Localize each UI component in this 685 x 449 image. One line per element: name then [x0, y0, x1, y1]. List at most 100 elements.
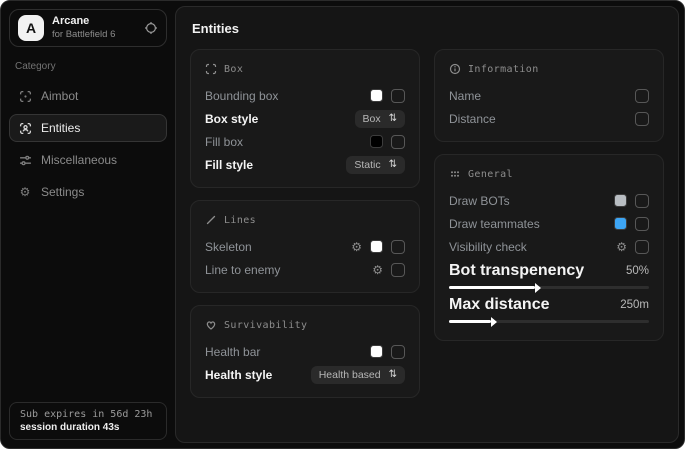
setting-label: Fill box: [205, 135, 243, 149]
color-swatch[interactable]: [370, 240, 383, 253]
bounding-corners-icon: [205, 63, 217, 75]
subscription-status-card: Sub expires in 56d 23h session duration …: [9, 402, 167, 440]
lines-card-header: Lines: [205, 214, 405, 226]
section-title: General: [468, 169, 513, 180]
setting-label: Name: [449, 89, 481, 103]
dropdown-value: Box: [363, 113, 381, 125]
box-style-dropdown[interactable]: Box ⇅: [355, 110, 405, 128]
sidebar: A Arcane for Battlefield 6 Category Aimb: [1, 1, 175, 448]
gear-icon[interactable]: ⚙: [372, 264, 383, 276]
setting-row-distance: Distance: [449, 107, 649, 130]
setting-label: Max distance: [449, 296, 549, 314]
setting-row-visibility-check: Visibility check ⚙: [449, 235, 649, 258]
sidebar-item-aimbot[interactable]: Aimbot: [9, 82, 167, 110]
information-card-header: Information: [449, 63, 649, 75]
setting-label: Distance: [449, 112, 496, 126]
gear-icon[interactable]: ⚙: [616, 241, 627, 253]
setting-row-line-to-enemy: Line to enemy ⚙: [205, 258, 405, 281]
general-card-header: General: [449, 168, 649, 180]
color-swatch[interactable]: [614, 194, 627, 207]
health-bar-checkbox[interactable]: [391, 345, 405, 359]
slider-fill: [449, 286, 535, 289]
setting-row-name: Name: [449, 84, 649, 107]
columns: Box Bounding box Box style Box ⇅: [190, 49, 664, 398]
chevron-updown-icon: ⇅: [389, 370, 397, 380]
box-card: Box Bounding box Box style Box ⇅: [190, 49, 420, 188]
chevron-updown-icon: ⇅: [389, 114, 397, 124]
survivability-card-header: Survivability: [205, 319, 405, 331]
slider-value: 250m: [620, 299, 649, 311]
health-style-dropdown[interactable]: Health based ⇅: [311, 366, 405, 384]
max-distance-slider[interactable]: [449, 320, 649, 323]
setting-label: Health bar: [205, 345, 260, 359]
setting-label: Health style: [205, 368, 272, 382]
fill-style-dropdown[interactable]: Static ⇅: [346, 156, 405, 174]
draw-bots-checkbox[interactable]: [635, 194, 649, 208]
scan-person-icon: [18, 122, 32, 135]
draw-teammates-checkbox[interactable]: [635, 217, 649, 231]
app-header-card: A Arcane for Battlefield 6: [9, 9, 167, 47]
information-card: Information Name Distance: [434, 49, 664, 142]
setting-row-skeleton: Skeleton ⚙: [205, 235, 405, 258]
bounding-box-checkbox[interactable]: [391, 89, 405, 103]
color-swatch[interactable]: [370, 345, 383, 358]
dropdown-value: Health based: [319, 369, 381, 381]
right-column: Information Name Distance: [434, 49, 664, 341]
sidebar-item-entities[interactable]: Entities: [9, 114, 167, 142]
sidebar-item-miscellaneous[interactable]: Miscellaneous: [9, 146, 167, 174]
app-window: A Arcane for Battlefield 6 Category Aimb: [0, 0, 685, 449]
gear-icon: ⚙: [18, 186, 32, 198]
setting-label: Draw teammates: [449, 217, 540, 231]
distance-checkbox[interactable]: [635, 112, 649, 126]
sub-expiry-text: Sub expires in 56d 23h: [20, 409, 156, 420]
chevron-updown-icon: ⇅: [389, 160, 397, 170]
setting-row-box-style: Box style Box ⇅: [205, 107, 405, 130]
name-checkbox[interactable]: [635, 89, 649, 103]
page-title: Entities: [192, 21, 664, 36]
bot-transparency-slider[interactable]: [449, 286, 649, 289]
setting-label: Box style: [205, 112, 258, 126]
setting-row-health-style: Health style Health based ⇅: [205, 363, 405, 386]
visibility-check-checkbox[interactable]: [635, 240, 649, 254]
heart-icon: [205, 319, 217, 331]
color-swatch[interactable]: [370, 135, 383, 148]
color-swatch[interactable]: [614, 217, 627, 230]
setting-row-max-distance: Max distance 250m: [449, 295, 649, 323]
dropdown-value: Static: [354, 159, 380, 171]
skeleton-checkbox[interactable]: [391, 240, 405, 254]
setting-row-fill-box: Fill box: [205, 130, 405, 153]
fill-box-checkbox[interactable]: [391, 135, 405, 149]
app-name: Arcane: [52, 15, 136, 29]
info-circle-icon: [449, 63, 461, 75]
sidebar-item-settings[interactable]: ⚙ Settings: [9, 178, 167, 206]
slider-fill: [449, 320, 491, 323]
category-label: Category: [15, 61, 161, 72]
setting-label: Visibility check: [449, 240, 527, 254]
gear-icon[interactable]: ⚙: [351, 241, 362, 253]
color-swatch[interactable]: [370, 89, 383, 102]
setting-label: Bounding box: [205, 89, 278, 103]
general-card: General Draw BOTs Draw teammates: [434, 154, 664, 341]
setting-label: Fill style: [205, 158, 253, 172]
line-to-enemy-checkbox[interactable]: [391, 263, 405, 277]
app-subtitle: for Battlefield 6: [52, 29, 136, 41]
avatar: A: [18, 15, 44, 41]
setting-label: Skeleton: [205, 240, 252, 254]
setting-label: Bot transpenency: [449, 262, 584, 280]
section-title: Lines: [224, 215, 256, 226]
box-card-header: Box: [205, 63, 405, 75]
sliders-icon: [18, 154, 32, 167]
setting-row-draw-bots: Draw BOTs: [449, 189, 649, 212]
setting-row-health-bar: Health bar: [205, 340, 405, 363]
section-title: Information: [468, 64, 539, 75]
crosshair-target-icon[interactable]: [144, 21, 158, 35]
diagonal-line-icon: [205, 214, 217, 226]
setting-row-draw-teammates: Draw teammates: [449, 212, 649, 235]
left-column: Box Bounding box Box style Box ⇅: [190, 49, 420, 398]
dots-grid-icon: [449, 168, 461, 180]
setting-label: Line to enemy: [205, 263, 280, 277]
sidebar-item-label: Aimbot: [41, 89, 78, 103]
app-meta: Arcane for Battlefield 6: [52, 15, 136, 41]
sidebar-item-label: Settings: [41, 185, 84, 199]
setting-row-bot-transparency: Bot transpenency 50%: [449, 261, 649, 289]
